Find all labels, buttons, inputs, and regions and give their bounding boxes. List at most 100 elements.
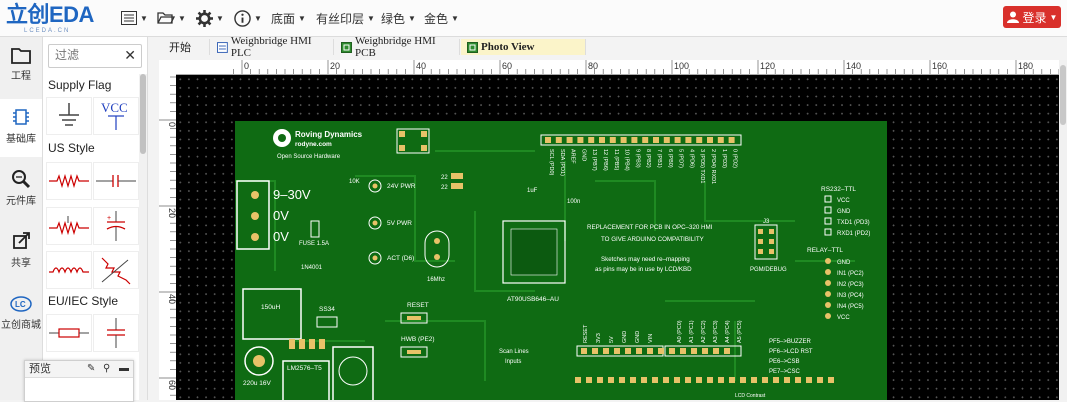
- pf-line-label: PE7–>CSC: [769, 369, 801, 375]
- solder-mask-color-dropdown[interactable]: 绿色 ▼: [381, 9, 416, 27]
- nav-item-share[interactable]: 共享: [0, 223, 42, 281]
- solder-mask-label: 绿色: [381, 11, 406, 26]
- relay-pin-label: VCC: [837, 315, 850, 321]
- header-pin-label: 1 (PD3): [721, 149, 727, 168]
- canvas-vertical-scrollbar[interactable]: [1059, 60, 1067, 400]
- chevron-down-icon: ▼: [1049, 12, 1058, 22]
- filter-input[interactable]: [49, 45, 125, 65]
- left-nav: 工程 基础库 元件库 共享 LC 立创商城: [0, 37, 43, 400]
- header-pin-label: 11 (PB5): [613, 149, 619, 170]
- rs232-pin-label: VCC: [837, 198, 850, 204]
- settings-button[interactable]: ▼: [196, 9, 224, 27]
- help-button[interactable]: ▼: [234, 9, 262, 27]
- header-pin-label: 0 (PD2): [732, 149, 738, 168]
- preview-header[interactable]: 预览 ✎ ⚲ ▬: [25, 361, 133, 378]
- layer-side-label: 底面: [271, 11, 296, 26]
- chevron-down-icon: ▼: [298, 13, 306, 23]
- analog-pin-label: A0 (PC0): [677, 320, 683, 343]
- relay-pin-label: IN1 (PC2): [837, 271, 864, 277]
- silkscreen-dropdown[interactable]: 有丝印层 ▼: [316, 9, 375, 27]
- library-scrollbar[interactable]: [139, 74, 147, 400]
- silkscreen-label: 有丝印层: [316, 11, 365, 26]
- header-pin-label: GND: [580, 149, 586, 161]
- power-label-9-30v: 9–30V: [273, 187, 311, 202]
- variable-resistor-symbol[interactable]: [93, 251, 139, 289]
- photo-view-canvas[interactable]: Roving Dynamics rodyne.com Open Source H…: [176, 75, 1059, 400]
- surface-finish-dropdown[interactable]: 金色 ▼: [424, 9, 459, 27]
- ground-icon: [59, 103, 79, 126]
- potentiometer-symbol[interactable]: [46, 207, 92, 245]
- tab-photo-view[interactable]: Photo View: [461, 39, 586, 55]
- header-pin-label: 10 (PB4): [624, 149, 630, 171]
- analog-pin-label: A4 (PC4): [725, 320, 731, 343]
- nav-label: 基础库: [6, 134, 36, 145]
- header-pin-label: 13 (PB7): [591, 149, 597, 171]
- capacitor-eu-symbol[interactable]: [93, 314, 139, 352]
- resistor-icon: [49, 174, 89, 188]
- nav-item-lcsc-mall[interactable]: LC 立创商城: [0, 287, 42, 345]
- relay-pin-label: IN4 (PC5): [837, 304, 864, 310]
- section-eu-iec-style: EU/IEC Style: [48, 294, 119, 308]
- nav-item-project[interactable]: 工程: [0, 39, 42, 97]
- pcb-title-line3: Open Source Hardware: [277, 154, 341, 160]
- svg-text:+: +: [107, 215, 111, 222]
- document-menu-button[interactable]: ▼: [121, 9, 148, 27]
- led-act-label: ACT (D6): [387, 255, 414, 262]
- pin-icon[interactable]: ⚲: [103, 361, 110, 377]
- rs232-pin-label: GND: [837, 209, 851, 215]
- nav-label: 共享: [11, 258, 31, 269]
- scan-lines-label: Scan Lines: [499, 349, 529, 355]
- chevron-down-icon: ▼: [451, 13, 459, 23]
- close-icon[interactable]: ✕: [124, 47, 136, 64]
- polarized-capacitor-symbol[interactable]: +: [93, 207, 139, 245]
- crystal-label: 16Mhz: [427, 277, 445, 283]
- cap-220u-label: 220u 16V: [243, 380, 271, 387]
- open-folder-button[interactable]: ▼: [157, 9, 186, 27]
- analog-pin-label: A5 (PC5): [737, 320, 743, 343]
- scrollbar-thumb[interactable]: [140, 74, 146, 154]
- pf-line-label: PE6–>CSB: [769, 359, 800, 365]
- tab-weighbridge-plc[interactable]: Weighbridge HMI PLC: [211, 35, 334, 59]
- power-pin-label: GND: [635, 331, 641, 343]
- ruler-tick-label: 40: [416, 61, 426, 71]
- resistor-eu-symbol[interactable]: [46, 314, 92, 352]
- scrollbar-thumb[interactable]: [1060, 65, 1066, 125]
- lcsc-icon: LC: [10, 296, 32, 312]
- nav-item-basic-library[interactable]: 基础库: [0, 99, 42, 157]
- chevron-down-icon: ▼: [216, 13, 224, 23]
- capacitor-symbol[interactable]: [93, 162, 139, 200]
- tab-start[interactable]: 开始: [159, 39, 210, 55]
- pcb-artwork: Roving Dynamics rodyne.com Open Source H…: [235, 128, 870, 400]
- ruler-tick-label: 80: [588, 61, 598, 71]
- power-pin-label: 5V: [609, 336, 615, 343]
- analog-pin-label: A1 (PC1): [689, 320, 695, 343]
- layer-side-dropdown[interactable]: 底面 ▼: [271, 9, 306, 27]
- resistor-us-symbol[interactable]: [46, 162, 92, 200]
- power-pin-label: GND: [622, 331, 628, 343]
- tab-weighbridge-pcb[interactable]: Weighbridge HMI PCB: [335, 35, 460, 59]
- led-5v-label: 5V PWR: [387, 220, 412, 227]
- minimize-icon[interactable]: ▬: [119, 361, 129, 377]
- header-pin-label: 2 (PD4) RXD1: [710, 149, 716, 184]
- pcb-board[interactable]: Roving Dynamics rodyne.com Open Source H…: [235, 121, 887, 400]
- power-pin-label: VIN: [648, 334, 654, 343]
- power-pin-label: RESET: [583, 324, 589, 343]
- basic-library-panel: ✕ Supply Flag VCC US Style + EU/IEC Styl…: [43, 37, 148, 400]
- inductor-symbol[interactable]: [46, 251, 92, 289]
- lceda-logo[interactable]: 立创EDA LCEDA.CN: [6, 4, 106, 35]
- ruler-tick-label: 120: [760, 61, 775, 71]
- lcd-contrast-label: LCD Contrast: [735, 393, 766, 399]
- pencil-icon[interactable]: ✎: [87, 361, 95, 377]
- login-label: 登录: [1022, 10, 1047, 25]
- login-button[interactable]: 登录 ▼: [1003, 6, 1061, 28]
- mcu-label: AT90USB646–AU: [507, 296, 559, 303]
- ground-symbol[interactable]: [46, 97, 92, 135]
- vcc-symbol[interactable]: VCC: [93, 97, 139, 135]
- nav-label: 立创商城: [1, 320, 41, 331]
- nav-item-component-library[interactable]: 元件库: [0, 161, 42, 219]
- relay-pin-label: IN3 (PC4): [837, 293, 864, 299]
- rs232-pin-label: RXD1 (PD2): [837, 231, 870, 237]
- fuse-label: FUSE 1.5A: [299, 241, 329, 247]
- logo-subtext: LCEDA.CN: [24, 28, 71, 34]
- nav-label: 工程: [11, 71, 31, 82]
